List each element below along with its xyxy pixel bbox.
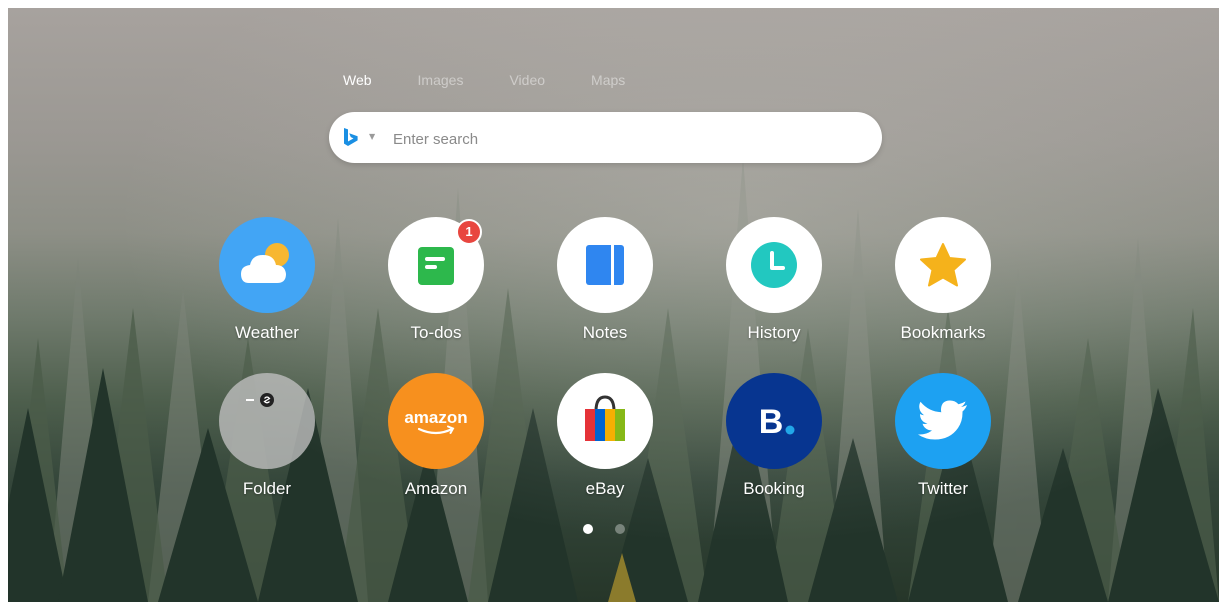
search-input[interactable] <box>391 125 865 153</box>
folder-tile-circle <box>219 373 315 469</box>
tab-maps[interactable]: Maps <box>591 72 625 88</box>
page-dot-1[interactable] <box>583 524 593 534</box>
new-tab-page: Web Images Video Maps ▼ Weather 1 <box>8 8 1219 602</box>
svg-text:amazon: amazon <box>404 408 467 427</box>
amazon-logo-icon: amazon <box>404 408 468 435</box>
twitter-bird-icon <box>918 400 967 440</box>
tile-twitter[interactable]: Twitter <box>878 373 1008 513</box>
notes-tile-circle <box>557 217 653 313</box>
engine-dropdown-chevron-icon[interactable]: ▼ <box>369 132 375 141</box>
tile-label: Booking <box>743 479 805 498</box>
bookmarks-tile-circle <box>895 217 991 313</box>
tile-ebay[interactable]: eBay <box>540 373 670 513</box>
tile-weather[interactable]: Weather <box>202 217 332 357</box>
notes-book-icon <box>586 245 624 285</box>
page-dot-2[interactable] <box>615 524 625 534</box>
weather-cloud-sun-icon <box>241 243 289 283</box>
tile-label: Folder <box>242 479 292 498</box>
tile-bookmarks[interactable]: Bookmarks <box>878 217 1008 357</box>
bing-icon[interactable] <box>343 128 359 148</box>
notification-badge: 1 <box>456 219 482 245</box>
tile-label: Twitter <box>917 479 969 498</box>
search-tabs: Web Images Video Maps <box>343 72 671 88</box>
history-tile-circle <box>726 217 822 313</box>
tab-web[interactable]: Web <box>343 72 372 88</box>
booking-tile-circle: B <box>726 373 822 469</box>
tile-notes[interactable]: Notes <box>540 217 670 357</box>
amazon-tile-circle: amazon <box>388 373 484 469</box>
svg-text:B: B <box>759 403 784 441</box>
tile-folder[interactable]: Folder <box>202 373 332 513</box>
tile-label: eBay <box>585 479 625 498</box>
tile-label: History <box>747 323 801 342</box>
star-icon <box>920 243 966 287</box>
ebay-tile-circle <box>557 373 653 469</box>
ebay-bag-icon <box>585 395 625 441</box>
pagination-dots <box>583 524 647 534</box>
tile-history[interactable]: History <box>709 217 839 357</box>
tab-video[interactable]: Video <box>509 72 545 88</box>
twitter-tile-circle <box>895 373 991 469</box>
clock-icon <box>751 242 797 288</box>
tile-amazon[interactable]: amazon Amazon <box>371 373 501 513</box>
folder-icon <box>246 393 274 407</box>
search-bar: ▼ <box>329 112 882 163</box>
tile-todos[interactable]: 1 To-dos <box>371 217 501 357</box>
tile-label: Weather <box>235 323 299 342</box>
tile-label: To-dos <box>410 323 462 342</box>
tile-booking[interactable]: B Booking <box>709 373 839 513</box>
tile-label: Notes <box>582 323 628 342</box>
tile-label: Amazon <box>404 479 468 498</box>
tile-label: Bookmarks <box>900 323 986 342</box>
weather-tile-circle <box>219 217 315 313</box>
tab-images[interactable]: Images <box>418 72 464 88</box>
booking-logo-icon: B <box>759 403 795 441</box>
